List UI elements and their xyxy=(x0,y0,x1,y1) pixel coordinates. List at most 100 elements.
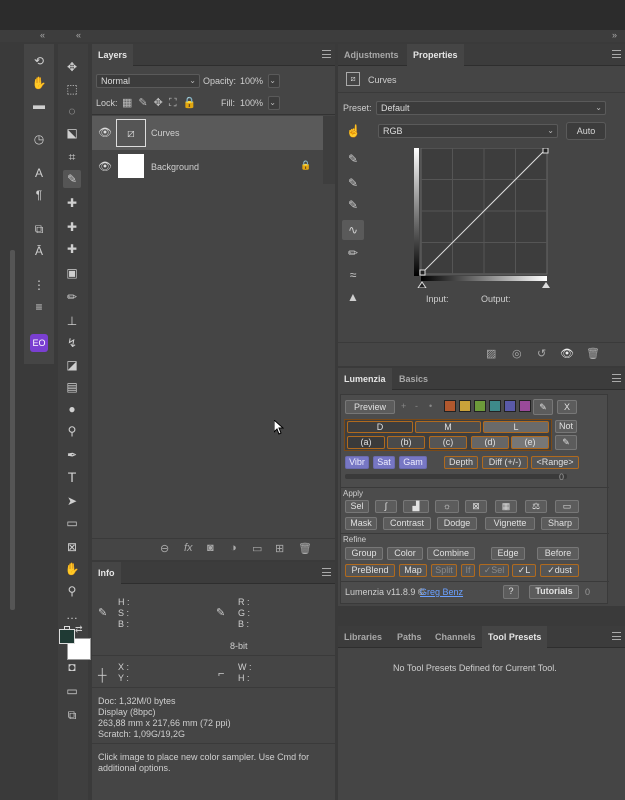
clone-source-icon[interactable]: ⧉ xyxy=(30,220,48,238)
curve-point-icon[interactable]: ∿ xyxy=(342,220,364,240)
pencil-icon[interactable]: ✏ xyxy=(344,244,362,262)
sharp-button[interactable]: Sharp xyxy=(541,517,579,530)
smooth-icon[interactable]: ≈ xyxy=(344,266,362,284)
blur-icon[interactable]: ● xyxy=(63,400,81,418)
swatch[interactable] xyxy=(504,400,516,412)
clip-to-layer-icon[interactable]: ▨ xyxy=(486,347,496,360)
close-button[interactable]: X xyxy=(557,400,577,414)
frame-icon[interactable]: ⊠ xyxy=(63,538,81,556)
zone-c-button[interactable]: (c) xyxy=(429,436,467,449)
group-button[interactable]: Group xyxy=(345,547,383,560)
gray-point-eyedropper-icon[interactable]: ✎ xyxy=(344,174,362,192)
layer-row[interactable]: 👁 Background 🔒 xyxy=(92,150,323,184)
history-icon[interactable]: ◷ xyxy=(30,130,48,148)
combine-button[interactable]: Combine xyxy=(427,547,475,560)
pen-icon[interactable]: ✒ xyxy=(63,446,81,464)
content-aware-icon[interactable]: ▣ xyxy=(63,264,81,282)
eyedropper-button[interactable]: ✎ xyxy=(533,399,553,415)
patch-icon[interactable]: ✚ xyxy=(63,240,81,258)
type-icon[interactable]: T xyxy=(63,468,81,486)
preset-select[interactable]: Default ⌄ xyxy=(376,101,606,115)
dot-button[interactable]: • xyxy=(429,401,432,411)
curves-graph[interactable] xyxy=(414,148,552,288)
zoom-icon[interactable]: ⚲ xyxy=(63,582,81,600)
zone-m-button[interactable]: M xyxy=(415,421,481,433)
diff-button[interactable]: Diff (+/-) xyxy=(482,456,528,469)
preview-button[interactable]: Preview xyxy=(345,400,395,414)
white-point-eyedropper-icon[interactable]: ✎ xyxy=(344,196,362,214)
panel-menu-icon[interactable] xyxy=(322,568,331,576)
eye-icon[interactable]: 👁 xyxy=(98,160,112,173)
reset-icon[interactable]: ↺ xyxy=(537,347,546,360)
object-select-icon[interactable]: ⬕ xyxy=(63,124,81,142)
slider-track[interactable] xyxy=(345,474,567,479)
sat-button[interactable]: Sat xyxy=(373,456,395,469)
foreground-color-swatch[interactable] xyxy=(59,629,75,644)
channel-select[interactable]: RGB ⌄ xyxy=(378,124,558,138)
before-button[interactable]: Before xyxy=(537,547,579,560)
brightness-icon[interactable]: ☼ xyxy=(435,500,459,513)
xmask-icon[interactable]: ⊠ xyxy=(465,500,487,513)
new-layer-icon[interactable]: ⊞ xyxy=(275,542,284,555)
plugin-icon[interactable]: EO xyxy=(30,334,48,352)
tab-properties[interactable]: Properties xyxy=(407,44,464,66)
gradient-icon[interactable]: ▤ xyxy=(63,378,81,396)
balance-icon[interactable]: ⚖ xyxy=(525,500,547,513)
panel-menu-icon[interactable] xyxy=(322,50,331,58)
trash-icon[interactable]: 🗑 xyxy=(586,347,600,360)
eyedropper-button[interactable]: ✎ xyxy=(555,435,577,450)
stamp-icon[interactable]: ⊥ xyxy=(63,312,81,330)
tab-layers[interactable]: Layers xyxy=(92,44,134,66)
eye-icon[interactable]: 👁 xyxy=(98,126,112,139)
trash-icon[interactable]: 🗑 xyxy=(298,542,312,555)
check-sel-button[interactable]: ✓Sel xyxy=(479,564,509,577)
layer-row[interactable]: 👁 ⧄ Curves xyxy=(92,116,323,150)
eraser-icon[interactable]: ◪ xyxy=(63,356,81,374)
collapse-icon[interactable]: « xyxy=(40,30,45,40)
brush-icon[interactable]: ✏ xyxy=(63,288,81,306)
eyedropper-icon[interactable]: ✎ xyxy=(63,170,81,188)
tab-channels[interactable]: Channels xyxy=(429,626,482,648)
healing-icon[interactable]: ✚ xyxy=(63,194,81,212)
sel-button[interactable]: Sel xyxy=(345,500,369,513)
check-l-button[interactable]: ✓L xyxy=(512,564,536,577)
fill-dropdown[interactable]: ⌄ xyxy=(268,96,280,110)
color-button[interactable]: Color xyxy=(387,547,423,560)
artboard-icon[interactable]: ⧉ xyxy=(63,706,81,724)
swatch[interactable] xyxy=(459,400,471,412)
vibr-button[interactable]: Vibr xyxy=(345,456,369,469)
panel-menu-icon[interactable] xyxy=(612,374,621,382)
opacity-input[interactable]: 100% xyxy=(240,76,263,86)
zone-b-button[interactable]: (b) xyxy=(387,436,425,449)
preblend-button[interactable]: PreBlend xyxy=(345,564,395,577)
swatch[interactable] xyxy=(489,400,501,412)
tab-adjustments[interactable]: Adjustments xyxy=(338,44,405,66)
history-brush-icon[interactable]: ⟲ xyxy=(30,52,48,70)
tab-paths[interactable]: Paths xyxy=(391,626,428,648)
dodge-icon[interactable]: ⚲ xyxy=(63,422,81,440)
if-button[interactable]: If xyxy=(461,564,475,577)
mask-button[interactable]: Mask xyxy=(345,517,377,530)
range-button[interactable]: <Range> xyxy=(531,456,579,469)
target-adjust-icon[interactable]: ☝ xyxy=(346,124,361,138)
mask-icon[interactable]: ◙ xyxy=(207,542,214,554)
hand-icon[interactable]: ✋ xyxy=(30,74,48,92)
opacity-dropdown[interactable]: ⌄ xyxy=(268,74,280,88)
curves-apply-icon[interactable]: ∫ xyxy=(375,500,397,513)
gam-button[interactable]: Gam xyxy=(399,456,427,469)
depth-button[interactable]: Depth xyxy=(444,456,478,469)
visibility-icon[interactable]: 👁 xyxy=(560,347,574,360)
vignette-button[interactable]: Vignette xyxy=(485,517,535,530)
levels-icon[interactable]: ▟ xyxy=(403,500,429,513)
help-button[interactable]: ? xyxy=(503,585,519,599)
glyphs-icon[interactable]: Ā xyxy=(30,242,48,260)
fill-input[interactable]: 100% xyxy=(240,98,263,108)
brush-settings-icon[interactable]: ⋮ xyxy=(30,276,48,294)
tab-info[interactable]: Info xyxy=(92,562,121,584)
tab-libraries[interactable]: Libraries xyxy=(338,626,388,648)
rectangle-icon[interactable]: ▭ xyxy=(63,514,81,532)
panel-menu-icon[interactable] xyxy=(612,632,621,640)
blend-mode-select[interactable]: Normal ⌄ xyxy=(96,74,200,88)
tutorials-button[interactable]: Tutorials xyxy=(529,585,579,599)
minus-button[interactable]: - xyxy=(415,401,418,411)
